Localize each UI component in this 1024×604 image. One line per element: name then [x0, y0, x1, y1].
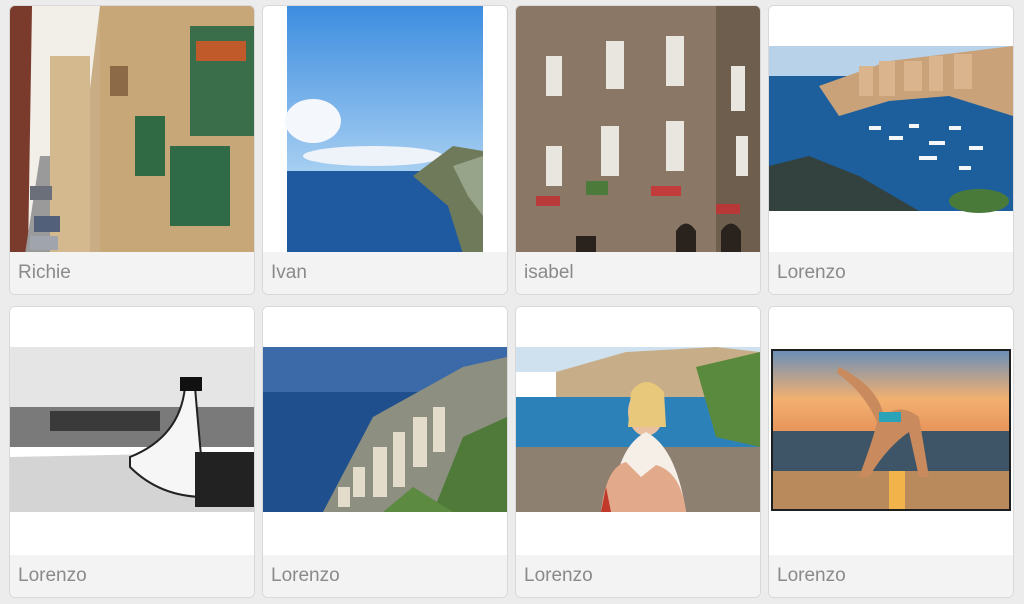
- harbor-marina-photo[interactable]: [769, 6, 1013, 254]
- author-name[interactable]: Lorenzo: [769, 252, 1013, 294]
- author-name[interactable]: Ivan: [263, 252, 507, 294]
- stone-building-photo[interactable]: [516, 6, 760, 254]
- photo-card[interactable]: Lorenzo: [262, 306, 508, 598]
- sea-coast-photo[interactable]: [263, 6, 507, 254]
- photo-card[interactable]: Lorenzo: [768, 306, 1014, 598]
- author-name[interactable]: isabel: [516, 252, 760, 294]
- photo-card[interactable]: Lorenzo: [515, 306, 761, 598]
- yoga-beach-sunset-photo[interactable]: [769, 307, 1013, 557]
- author-name[interactable]: Lorenzo: [263, 555, 507, 597]
- author-name[interactable]: Richie: [10, 252, 254, 294]
- author-name[interactable]: Lorenzo: [516, 555, 760, 597]
- woman-hands-harbor-photo[interactable]: [516, 307, 760, 557]
- photo-card[interactable]: Lorenzo: [768, 5, 1014, 295]
- monaco-aerial-photo[interactable]: [263, 307, 507, 557]
- photo-card[interactable]: Lorenzo: [9, 306, 255, 598]
- author-name[interactable]: Lorenzo: [769, 555, 1013, 597]
- photo-card[interactable]: isabel: [515, 5, 761, 295]
- photo-card[interactable]: Richie: [9, 5, 255, 295]
- photo-card[interactable]: Ivan: [262, 5, 508, 295]
- street-balconies-photo[interactable]: [10, 6, 254, 254]
- bw-legs-photo[interactable]: [10, 307, 254, 557]
- photo-grid: Richie Ivan isabel Lorenzo Lorenzo Loren…: [9, 5, 1015, 599]
- author-name[interactable]: Lorenzo: [10, 555, 254, 597]
